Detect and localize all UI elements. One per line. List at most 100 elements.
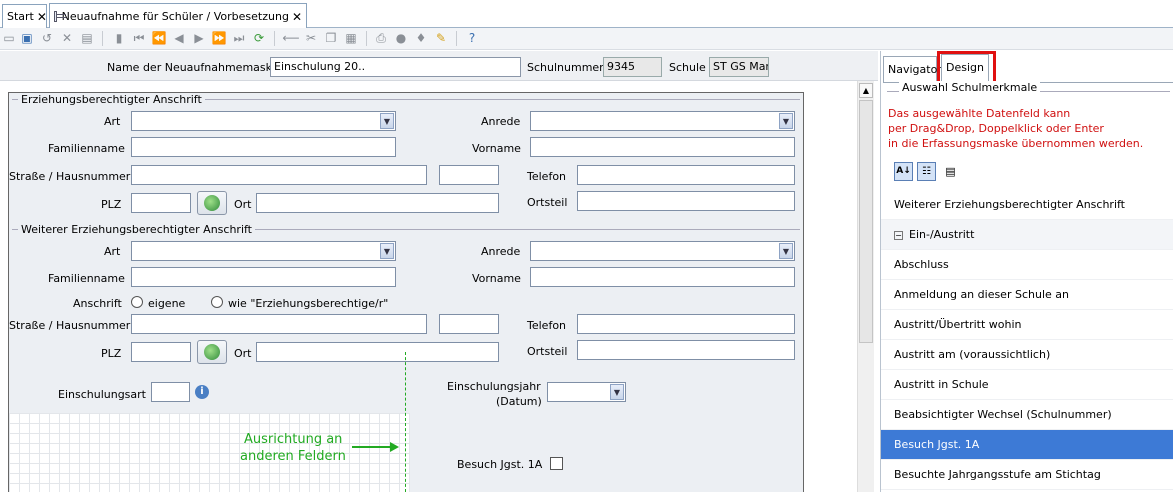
familienname-field[interactable] xyxy=(131,267,396,287)
art-combo[interactable]: ▼ xyxy=(131,111,396,131)
strasse-field[interactable] xyxy=(131,314,427,334)
globe-lookup-button[interactable] xyxy=(197,191,227,215)
chevron-down-icon[interactable]: ▼ xyxy=(779,113,793,129)
list-item[interactable]: Anmeldung an dieser Schule an xyxy=(881,280,1173,310)
list-view-icon[interactable]: ▤ xyxy=(941,162,960,181)
form-scrollbar[interactable]: ▲ xyxy=(857,81,874,492)
tab-neuaufnahme-label: Neuaufnahme für Schüler / Vorbesetzung xyxy=(61,10,289,23)
list-item-selected[interactable]: Besuch Jgst. 1A xyxy=(881,430,1173,460)
telefon-field[interactable] xyxy=(577,165,795,185)
paste-icon[interactable]: ▦ xyxy=(344,31,358,45)
ort-field[interactable] xyxy=(256,342,499,362)
hint-text-3: in die Erfassungsmaske übernommen werden… xyxy=(888,137,1144,150)
categorized-view-icon[interactable]: ☷ xyxy=(917,162,936,181)
strasse-field[interactable] xyxy=(131,165,427,185)
annotation-text-1: Ausrichtung an xyxy=(244,432,343,447)
einschulungsjahr-label: Einschulungsjahr xyxy=(447,380,541,393)
broom-icon[interactable]: ✎ xyxy=(434,31,448,45)
chevron-down-icon[interactable]: ▼ xyxy=(380,113,394,129)
refresh-icon[interactable]: ⟳ xyxy=(252,31,266,45)
tab-neuaufnahme[interactable]: Neuaufnahme für Schüler / Vorbesetzung ✕ xyxy=(49,3,307,29)
einschulungsjahr-combo[interactable]: ▼ xyxy=(547,382,626,402)
list-item[interactable]: Austritt in Schule xyxy=(881,370,1173,400)
tab-start[interactable]: Start ✕ xyxy=(2,4,47,28)
prev-record-icon[interactable]: ◀ xyxy=(172,31,186,45)
scroll-thumb[interactable] xyxy=(859,100,873,343)
arrow-right-icon xyxy=(390,442,399,452)
anschrift-option-wie: wie "Erziehungsberechtige/r" xyxy=(228,297,389,310)
anschrift-radio-eigene[interactable] xyxy=(131,296,143,308)
vorname-field[interactable] xyxy=(530,267,795,287)
mask-name-label: Name der Neuaufnahmemaske xyxy=(107,61,279,74)
anschrift-label: Anschrift xyxy=(73,297,122,310)
prev-page-icon[interactable]: ⏪ xyxy=(152,31,167,45)
list-item[interactable]: Beabsichtigter Wechsel (Schulnummer) xyxy=(881,400,1173,430)
help-icon[interactable]: ? xyxy=(465,31,479,45)
schule-field: ST GS Mark xyxy=(709,57,769,77)
globe-lookup-button[interactable] xyxy=(197,340,227,364)
besuch-field-container[interactable] xyxy=(410,413,803,492)
chevron-down-icon[interactable]: ▼ xyxy=(779,243,793,259)
last-record-icon[interactable]: ⏭ xyxy=(232,31,246,45)
back-arrow-icon[interactable]: ⟵ xyxy=(282,31,299,45)
art-label: Art xyxy=(104,115,121,128)
delete-icon[interactable]: ✕ xyxy=(60,31,74,45)
list-item[interactable]: Weiterer Erziehungsberechtigter Anschrif… xyxy=(881,190,1173,220)
list-item[interactable]: Austritt/Übertritt wohin xyxy=(881,310,1173,340)
familienname-field[interactable] xyxy=(131,137,396,157)
cut-icon[interactable]: ✂ xyxy=(304,31,318,45)
schulnummer-label: Schulnummer xyxy=(527,61,604,74)
plz-field[interactable] xyxy=(131,193,191,213)
section-title: Auswahl Schulmerkmale xyxy=(899,81,1041,94)
next-record-icon[interactable]: ▶ xyxy=(192,31,206,45)
besuch-checkbox[interactable] xyxy=(550,457,563,470)
einschulungsart-field[interactable] xyxy=(151,382,190,402)
new-icon[interactable]: ▭ xyxy=(2,31,16,45)
info-icon[interactable]: i xyxy=(195,385,209,399)
plz-field[interactable] xyxy=(131,342,191,362)
undo-icon[interactable]: ↺ xyxy=(40,31,54,45)
list-group-header[interactable]: − Ein-/Austritt xyxy=(881,220,1173,250)
telefon-label: Telefon xyxy=(527,319,567,332)
first-record-icon[interactable]: ⏮ xyxy=(132,31,146,45)
ortsteil-field[interactable] xyxy=(577,340,795,360)
list-item[interactable]: Abschluss xyxy=(881,250,1173,280)
anrede-label: Anrede xyxy=(481,115,521,128)
close-icon[interactable]: ✕ xyxy=(37,10,47,24)
next-page-icon[interactable]: ⏩ xyxy=(212,31,227,45)
disk-icon[interactable]: ● xyxy=(394,31,408,45)
mask-name-field[interactable]: Einschulung 20.. xyxy=(270,57,521,77)
list-item[interactable]: Besuchte Jahrgangsstufe am Stichtag xyxy=(881,460,1173,490)
list-item-label: Anmeldung an dieser Schule an xyxy=(894,288,1069,301)
scroll-up-icon[interactable]: ▲ xyxy=(859,83,873,98)
collapse-icon[interactable]: − xyxy=(894,231,903,240)
telefon-label: Telefon xyxy=(527,170,567,183)
globe-icon xyxy=(204,344,220,360)
telefon-field[interactable] xyxy=(577,314,795,334)
close-icon[interactable]: ✕ xyxy=(292,10,302,24)
print-preview-icon[interactable]: ▤ xyxy=(80,31,94,45)
list-item[interactable]: Austritt am (voraussichtlich) xyxy=(881,340,1173,370)
save-icon[interactable]: ▣ xyxy=(20,31,34,45)
tab-navigator[interactable]: Navigator xyxy=(883,56,942,82)
hausnummer-field[interactable] xyxy=(439,165,499,185)
chevron-down-icon[interactable]: ▼ xyxy=(610,384,624,400)
sort-alpha-icon[interactable]: A↓ xyxy=(894,162,913,181)
folder-icon[interactable]: ▮ xyxy=(112,31,126,45)
schulnummer-field: 9345 xyxy=(603,57,662,77)
ort-field[interactable] xyxy=(256,193,499,213)
chevron-down-icon[interactable]: ▼ xyxy=(380,243,394,259)
hausnummer-field[interactable] xyxy=(439,314,499,334)
strasse-label: Straße / Hausnummer xyxy=(9,319,131,332)
copy-icon[interactable]: ❐ xyxy=(324,31,338,45)
anrede-combo[interactable]: ▼ xyxy=(530,241,795,261)
list-item-label: Austritt am (voraussichtlich) xyxy=(894,348,1051,361)
anrede-combo[interactable]: ▼ xyxy=(530,111,795,131)
printer-icon[interactable]: ⎙ xyxy=(374,31,388,45)
pin-icon[interactable]: ♦ xyxy=(414,31,428,45)
art-combo[interactable]: ▼ xyxy=(131,241,396,261)
vorname-field[interactable] xyxy=(530,137,795,157)
list-group-label: Ein-/Austritt xyxy=(909,228,975,241)
ortsteil-field[interactable] xyxy=(577,191,795,211)
anschrift-radio-wie[interactable] xyxy=(211,296,223,308)
